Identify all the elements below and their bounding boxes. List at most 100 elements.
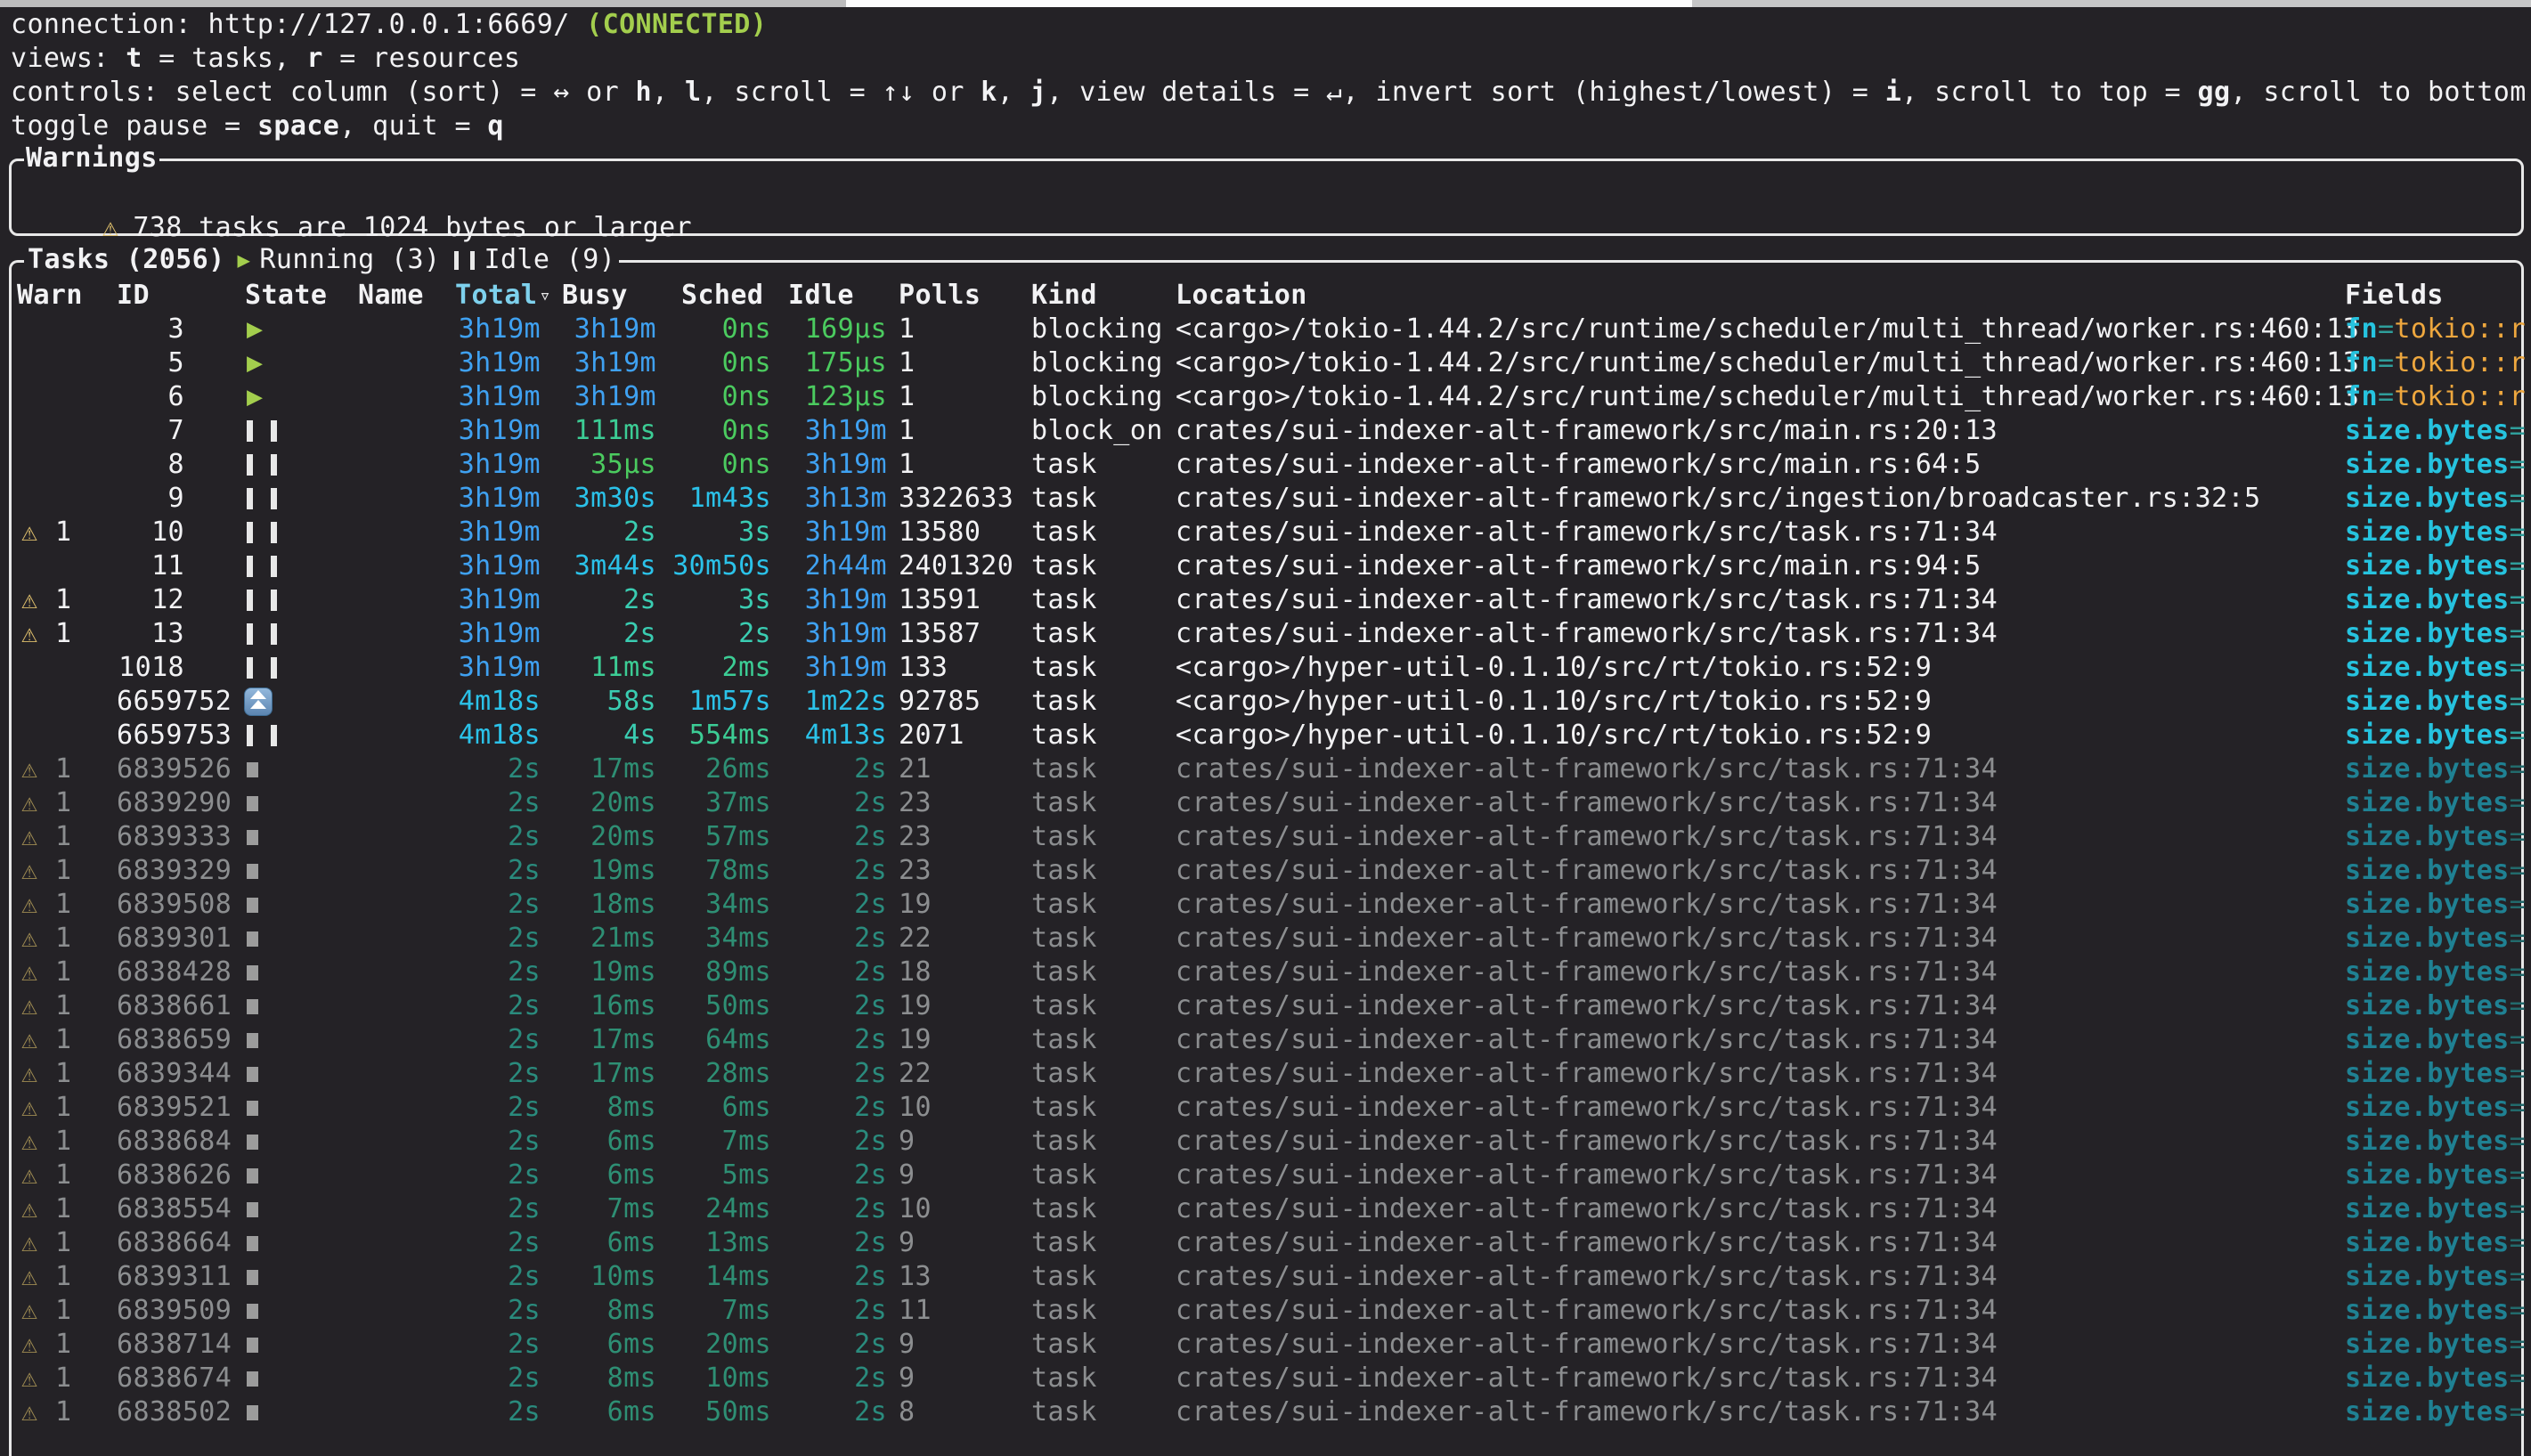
task-row[interactable]: 73h19m111ms0ns3h19m1block_oncrates/sui-i… — [0, 414, 2531, 448]
task-row[interactable]: ⚠168393112s10ms14ms2s13taskcrates/sui-in… — [0, 1260, 2531, 1294]
task-row[interactable]: ⚠1103h19m2s3s3h19m13580taskcrates/sui-in… — [0, 516, 2531, 549]
cell-polls: 2071 — [899, 719, 964, 752]
cell-idle: 1m22s — [766, 685, 887, 719]
warning-triangle-icon: ⚠ — [21, 1226, 37, 1260]
task-row[interactable]: ⚠168395092s8ms7ms2s11taskcrates/sui-inde… — [0, 1294, 2531, 1328]
field-equals: = — [2510, 1329, 2526, 1360]
task-row[interactable]: 10183h19m11ms2ms3h19m133task<cargo>/hype… — [0, 651, 2531, 685]
task-row[interactable]: ⚠168384282s19ms89ms2s18taskcrates/sui-in… — [0, 956, 2531, 989]
cell-kind: task — [1031, 956, 1097, 989]
field-key: size.bytes — [2345, 990, 2510, 1021]
task-row[interactable]: 93h19m3m30s1m43s3h13m3322633taskcrates/s… — [0, 482, 2531, 516]
task-row[interactable]: ⚠168387142s6ms20ms2s9taskcrates/sui-inde… — [0, 1328, 2531, 1362]
field-equals: = — [2378, 381, 2394, 412]
field-equals: = — [2510, 517, 2526, 548]
task-row[interactable]: 66597524m18s58s1m57s1m22s92785task<cargo… — [0, 685, 2531, 719]
cell-kind: task — [1031, 651, 1097, 685]
cell-state — [247, 1260, 258, 1294]
task-row[interactable]: ⚠168385542s7ms24ms2s10taskcrates/sui-ind… — [0, 1192, 2531, 1226]
cell-busy: 35µs — [534, 448, 656, 482]
cell-polls: 92785 — [899, 685, 981, 719]
field-key: size.bytes — [2345, 956, 2510, 988]
task-row[interactable]: ⚠168386642s6ms13ms2s9taskcrates/sui-inde… — [0, 1226, 2531, 1260]
field-key: fn — [2345, 381, 2378, 412]
cell-kind: task — [1031, 1226, 1097, 1260]
cell-state — [247, 1057, 258, 1091]
task-row[interactable]: ⚠168386262s6ms5ms2s9taskcrates/sui-index… — [0, 1159, 2531, 1192]
cell-state — [247, 922, 258, 956]
task-row[interactable]: ⚠168386842s6ms7ms2s9taskcrates/sui-index… — [0, 1125, 2531, 1159]
task-row[interactable]: ⚠168386612s16ms50ms2s19taskcrates/sui-in… — [0, 989, 2531, 1023]
field-equals: = — [2510, 686, 2526, 717]
cell-state — [247, 1125, 258, 1159]
field-key: fn — [2345, 347, 2378, 378]
task-row[interactable]: ⚠168385022s6ms50ms2s8taskcrates/sui-inde… — [0, 1395, 2531, 1429]
cell-total: 3h19m — [383, 346, 541, 380]
cell-fields: size.bytes= — [2345, 1023, 2531, 1057]
cell-idle: 169µs — [766, 313, 887, 346]
task-row[interactable]: ⚠168386592s17ms64ms2s19taskcrates/sui-in… — [0, 1023, 2531, 1057]
field-key: size.bytes — [2345, 415, 2510, 446]
task-row[interactable]: 6▶3h19m3h19m0ns123µs1blocking<cargo>/tok… — [0, 380, 2531, 414]
cell-state — [247, 482, 277, 516]
completed-state-icon — [247, 898, 258, 913]
cell-idle: 2s — [766, 888, 887, 922]
cell-state — [247, 820, 258, 854]
cell-idle: 2s — [766, 1395, 887, 1429]
task-row[interactable]: ⚠168393292s19ms78ms2s23taskcrates/sui-in… — [0, 854, 2531, 888]
cell-task-id: 5 — [117, 346, 184, 380]
task-row[interactable]: ⚠168395212s8ms6ms2s10taskcrates/sui-inde… — [0, 1091, 2531, 1125]
task-row[interactable]: ⚠168393442s17ms28ms2s22taskcrates/sui-in… — [0, 1057, 2531, 1091]
burst-state-icon — [244, 687, 273, 716]
cell-busy: 3h19m — [534, 380, 656, 414]
task-row[interactable]: ⚠168386742s8ms10ms2s9taskcrates/sui-inde… — [0, 1362, 2531, 1395]
cell-polls: 21 — [899, 752, 932, 786]
cell-kind: task — [1031, 448, 1097, 482]
cell-kind: task — [1031, 1057, 1097, 1091]
cell-fields: size.bytes= — [2345, 617, 2531, 651]
task-row[interactable]: 66597534m18s4s554ms4m13s2071task<cargo>/… — [0, 719, 2531, 752]
cell-fields: fn=tokio::r — [2345, 313, 2531, 346]
idle-state-icon — [247, 590, 277, 611]
cell-task-id: 6839509 — [117, 1294, 184, 1328]
task-row[interactable]: 113h19m3m44s30m50s2h44m2401320taskcrates… — [0, 549, 2531, 583]
task-row[interactable]: ⚠168392902s20ms37ms2s23taskcrates/sui-in… — [0, 786, 2531, 820]
task-row[interactable]: 83h19m35µs0ns3h19m1taskcrates/sui-indexe… — [0, 448, 2531, 482]
cell-polls: 13591 — [899, 583, 981, 617]
cell-sched: 26ms — [641, 752, 771, 786]
cell-total: 2s — [383, 1125, 541, 1159]
task-row[interactable]: 3▶3h19m3h19m0ns169µs1blocking<cargo>/tok… — [0, 313, 2531, 346]
cell-busy: 16ms — [534, 989, 656, 1023]
cell-busy: 2s — [534, 516, 656, 549]
field-equals: = — [2510, 1092, 2526, 1123]
cell-polls: 1 — [899, 414, 915, 448]
cell-sched: 3s — [641, 516, 771, 549]
cell-state — [247, 516, 277, 549]
cell-task-id: 6839508 — [117, 888, 184, 922]
cell-state — [247, 1395, 258, 1429]
task-row[interactable]: ⚠168393012s21ms34ms2s22taskcrates/sui-in… — [0, 922, 2531, 956]
field-key: size.bytes — [2345, 652, 2510, 683]
cell-busy: 17ms — [534, 1023, 656, 1057]
task-row[interactable]: ⚠1123h19m2s3s3h19m13591taskcrates/sui-in… — [0, 583, 2531, 617]
field-key: size.bytes — [2345, 1159, 2510, 1191]
cell-task-id: 6839301 — [117, 922, 184, 956]
cell-task-id: 6839521 — [117, 1091, 184, 1125]
cell-busy: 58s — [534, 685, 656, 719]
field-equals: = — [2510, 1193, 2526, 1224]
task-row[interactable]: ⚠168393332s20ms57ms2s23taskcrates/sui-in… — [0, 820, 2531, 854]
cell-polls: 23 — [899, 786, 932, 820]
task-row[interactable]: 5▶3h19m3h19m0ns175µs1blocking<cargo>/tok… — [0, 346, 2531, 380]
warning-triangle-icon: ⚠ — [21, 820, 37, 854]
cell-state — [247, 1159, 258, 1192]
cell-busy: 6ms — [534, 1125, 656, 1159]
cell-location: crates/sui-indexer-alt-framework/src/tas… — [1176, 922, 1998, 956]
cell-total: 2s — [383, 1057, 541, 1091]
field-equals: = — [2510, 855, 2526, 886]
task-row[interactable]: ⚠1133h19m2s2s3h19m13587taskcrates/sui-in… — [0, 617, 2531, 651]
cell-fields: size.bytes= — [2345, 820, 2531, 854]
task-row[interactable]: ⚠168395262s17ms26ms2s21taskcrates/sui-in… — [0, 752, 2531, 786]
cell-kind: blocking — [1031, 313, 1163, 346]
task-row[interactable]: ⚠168395082s18ms34ms2s19taskcrates/sui-in… — [0, 888, 2531, 922]
completed-state-icon — [247, 1168, 258, 1184]
